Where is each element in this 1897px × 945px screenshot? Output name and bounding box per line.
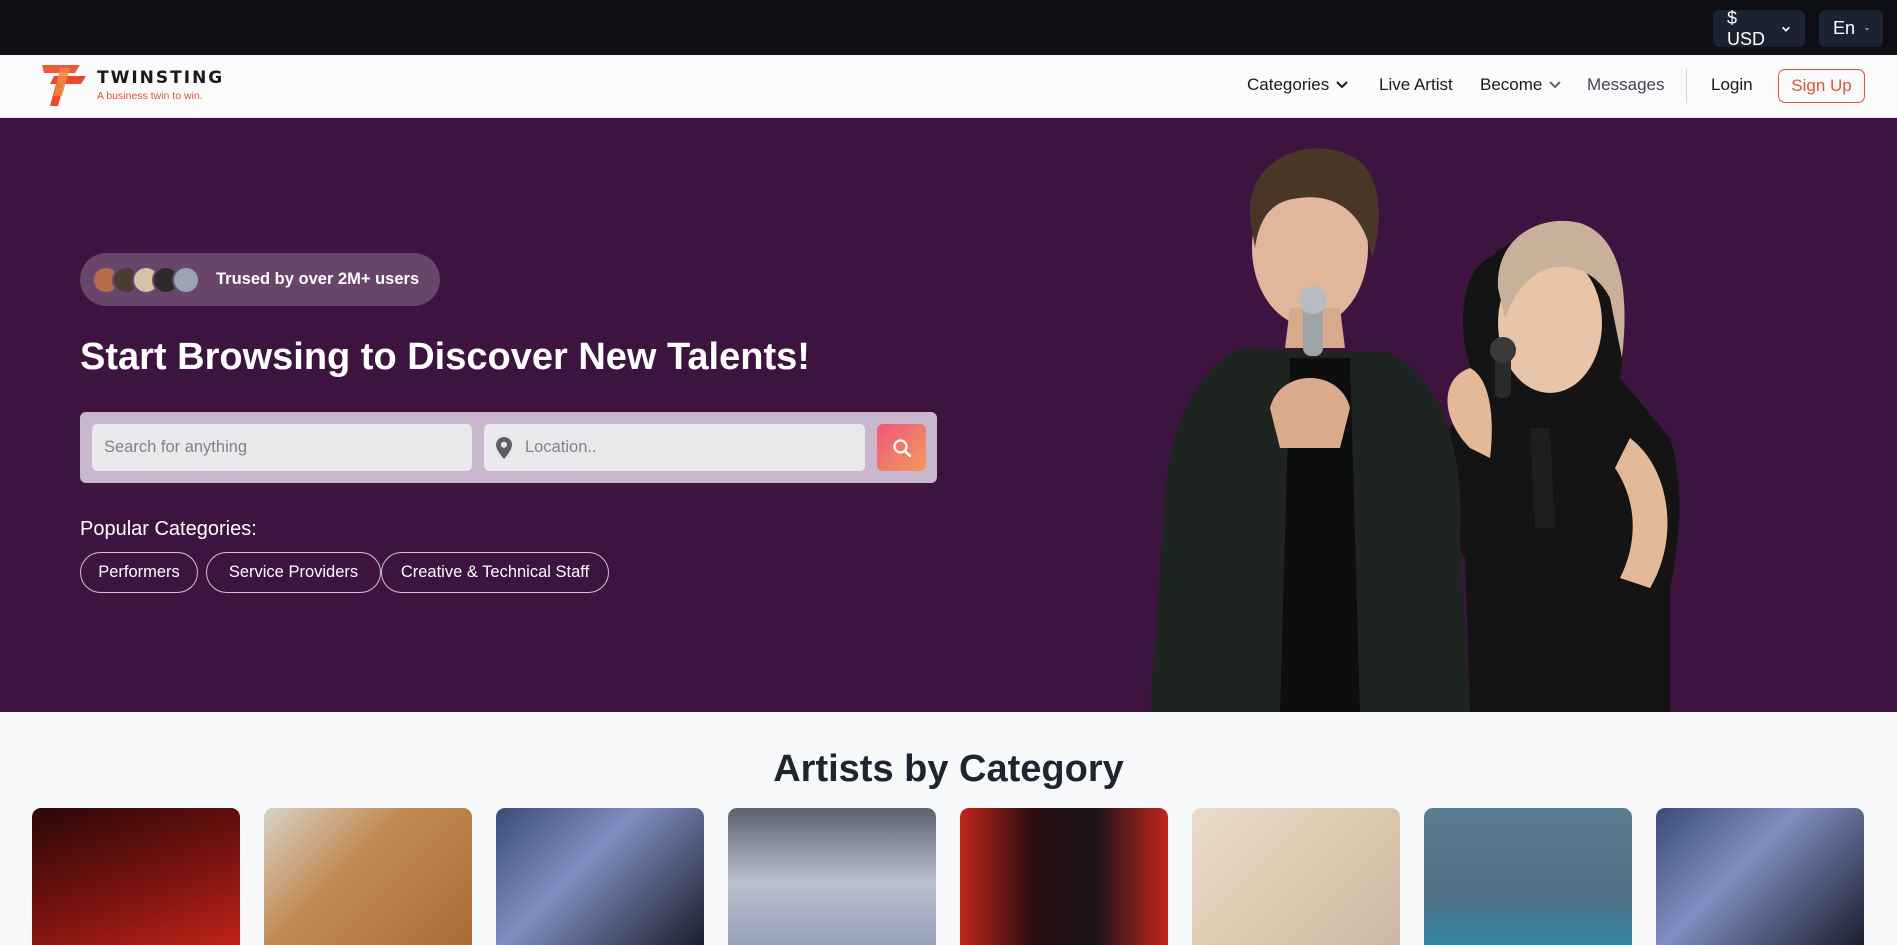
brand-name: TWINSTING bbox=[97, 68, 225, 88]
navbar: TWINSTING A business twin to win. Catego… bbox=[0, 55, 1897, 118]
chevron-down-icon bbox=[1336, 81, 1348, 89]
search-icon bbox=[892, 438, 911, 457]
chevron-down-icon bbox=[1782, 26, 1790, 32]
nav-categories-label: Categories bbox=[1247, 75, 1330, 94]
login-label: Login bbox=[1711, 75, 1753, 94]
search-panel bbox=[80, 412, 937, 483]
chip-creative-technical-staff[interactable]: Creative & Technical Staff bbox=[381, 552, 609, 593]
nav-messages-label: Messages bbox=[1587, 75, 1665, 94]
category-card[interactable] bbox=[960, 808, 1168, 945]
logo[interactable]: TWINSTING A business twin to win. bbox=[40, 62, 230, 110]
search-field[interactable] bbox=[92, 424, 472, 471]
search-button[interactable] bbox=[877, 424, 926, 471]
nav-become[interactable]: Become bbox=[1480, 75, 1562, 95]
chevron-down-icon bbox=[1865, 27, 1869, 30]
language-value: En bbox=[1833, 18, 1856, 38]
nav-categories[interactable]: Categories bbox=[1247, 75, 1349, 95]
category-card[interactable] bbox=[1192, 808, 1400, 945]
currency-value: $ USD bbox=[1727, 7, 1766, 49]
avatar bbox=[172, 265, 200, 294]
hero-section: Trused by over 2M+ users Start Browsing … bbox=[0, 118, 1897, 712]
section-title: Artists by Category bbox=[773, 748, 1124, 790]
signup-label: Sign Up bbox=[1791, 76, 1852, 95]
login-link[interactable]: Login bbox=[1711, 75, 1753, 95]
category-card[interactable] bbox=[264, 808, 472, 945]
location-input[interactable] bbox=[525, 438, 865, 457]
signup-button[interactable]: Sign Up bbox=[1778, 69, 1865, 103]
trust-badge: Trused by over 2M+ users bbox=[80, 253, 440, 306]
nav-divider bbox=[1686, 69, 1687, 103]
hero-title: Start Browsing to Discover New Talents! bbox=[80, 336, 810, 378]
nav-messages[interactable]: Messages bbox=[1587, 75, 1664, 95]
nav-live-artist-label: Live Artist bbox=[1379, 75, 1453, 94]
brand-tagline: A business twin to win. bbox=[97, 90, 203, 102]
hero-singers-image bbox=[1150, 148, 1680, 712]
category-card[interactable] bbox=[1424, 808, 1632, 945]
category-card[interactable] bbox=[1656, 808, 1864, 945]
search-input[interactable] bbox=[104, 438, 472, 457]
top-bar: $ USD En bbox=[0, 0, 1897, 55]
popular-categories-label: Popular Categories: bbox=[80, 518, 257, 540]
user-avatars bbox=[92, 265, 200, 294]
chip-performers[interactable]: Performers bbox=[80, 552, 198, 593]
chip-service-providers[interactable]: Service Providers bbox=[206, 552, 381, 593]
location-pin-icon bbox=[496, 436, 512, 459]
logo-mark-icon bbox=[42, 65, 86, 106]
category-card[interactable] bbox=[496, 808, 704, 945]
nav-live-artist[interactable]: Live Artist bbox=[1379, 75, 1453, 95]
category-card[interactable] bbox=[728, 808, 936, 945]
category-card[interactable] bbox=[32, 808, 240, 945]
location-field[interactable] bbox=[484, 424, 865, 471]
language-select[interactable]: En bbox=[1819, 10, 1883, 47]
trust-text: Trused by over 2M+ users bbox=[216, 270, 420, 288]
chevron-down-icon bbox=[1549, 81, 1562, 89]
nav-become-label: Become bbox=[1480, 75, 1543, 94]
currency-select[interactable]: $ USD bbox=[1713, 7, 1805, 49]
